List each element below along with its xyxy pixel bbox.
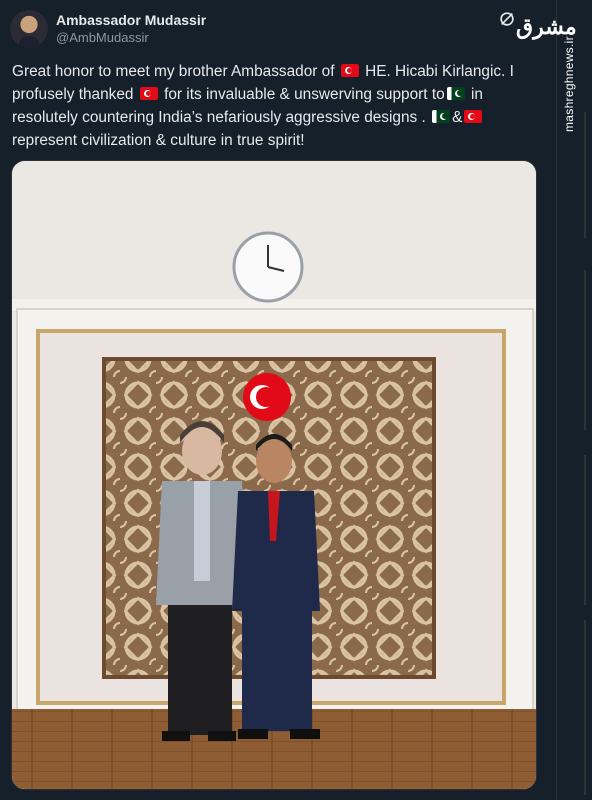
tweet-text-part: represent civilization & culture in true…: [12, 132, 305, 149]
tweet-text-part: Great honor to meet my brother Ambassado…: [12, 63, 335, 80]
tweet-text-part: for its invaluable & unswerving support …: [164, 86, 445, 103]
wall-clock: [232, 231, 304, 303]
photo-scene: [12, 161, 536, 789]
turkey-flag-icon: [464, 110, 483, 123]
tweet-text: Great honor to meet my brother Ambassado…: [12, 60, 538, 152]
turkey-flag-icon: [340, 64, 359, 77]
rail-divider: [584, 112, 586, 238]
pakistan-flag-icon: [446, 87, 465, 100]
tweet-text-part: &: [452, 109, 463, 126]
tweet-photo[interactable]: [11, 160, 537, 790]
user-handle[interactable]: @AmbMudassir: [56, 30, 149, 45]
pakistan-flag-icon: [432, 110, 451, 123]
watermark-site: mashreghnews.ir: [562, 36, 576, 132]
grok-icon[interactable]: [498, 10, 516, 28]
display-name[interactable]: Ambassador Mudassir: [56, 12, 206, 28]
turkey-flag-icon: [139, 87, 158, 100]
tweet-header: Ambassador Mudassir @AmbMudassir: [10, 8, 550, 48]
tweet-card: Ambassador Mudassir @AmbMudassir Great h…: [0, 0, 556, 800]
rail-divider: [584, 455, 586, 605]
rail-divider: [584, 620, 586, 795]
rail-divider: [584, 270, 586, 430]
avatar[interactable]: [10, 10, 48, 48]
